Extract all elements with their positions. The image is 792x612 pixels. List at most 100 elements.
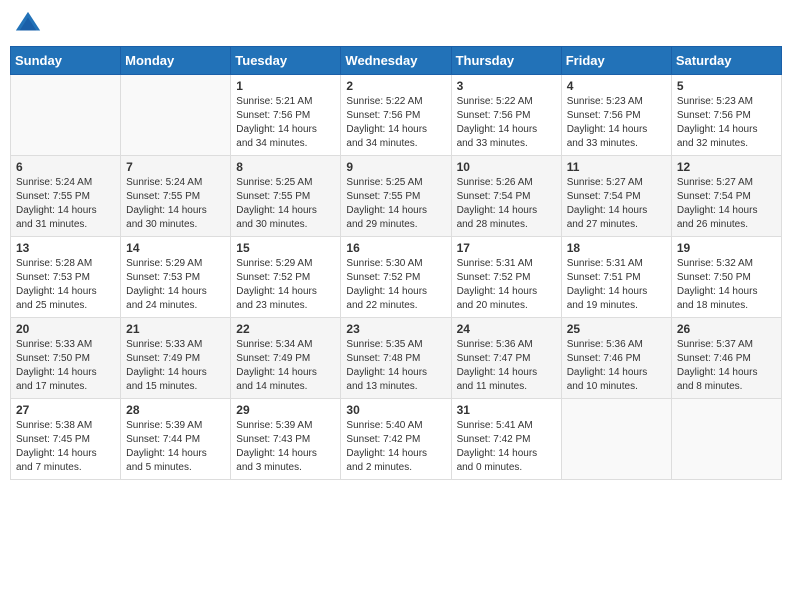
day-number: 1 bbox=[236, 79, 335, 93]
day-number: 29 bbox=[236, 403, 335, 417]
day-number: 12 bbox=[677, 160, 776, 174]
day-info: Sunrise: 5:28 AM Sunset: 7:53 PM Dayligh… bbox=[16, 257, 115, 313]
calendar-cell: 3 Sunrise: 5:22 AM Sunset: 7:56 PM Daylig… bbox=[451, 75, 561, 156]
weekday-header-thursday: Thursday bbox=[451, 47, 561, 75]
day-info: Sunrise: 5:39 AM Sunset: 7:44 PM Dayligh… bbox=[126, 419, 225, 475]
day-info: Sunrise: 5:24 AM Sunset: 7:55 PM Dayligh… bbox=[126, 176, 225, 232]
day-number: 18 bbox=[567, 241, 666, 255]
day-number: 28 bbox=[126, 403, 225, 417]
calendar-cell: 21 Sunrise: 5:33 AM Sunset: 7:49 PM Dayli… bbox=[121, 318, 231, 399]
day-info: Sunrise: 5:36 AM Sunset: 7:47 PM Dayligh… bbox=[457, 338, 556, 394]
day-info: Sunrise: 5:29 AM Sunset: 7:53 PM Dayligh… bbox=[126, 257, 225, 313]
page-header bbox=[10, 10, 782, 38]
day-info: Sunrise: 5:21 AM Sunset: 7:56 PM Dayligh… bbox=[236, 95, 335, 151]
calendar-cell: 7 Sunrise: 5:24 AM Sunset: 7:55 PM Daylig… bbox=[121, 156, 231, 237]
day-info: Sunrise: 5:22 AM Sunset: 7:56 PM Dayligh… bbox=[346, 95, 445, 151]
day-info: Sunrise: 5:36 AM Sunset: 7:46 PM Dayligh… bbox=[567, 338, 666, 394]
day-info: Sunrise: 5:35 AM Sunset: 7:48 PM Dayligh… bbox=[346, 338, 445, 394]
weekday-header-saturday: Saturday bbox=[671, 47, 781, 75]
day-info: Sunrise: 5:22 AM Sunset: 7:56 PM Dayligh… bbox=[457, 95, 556, 151]
day-number: 10 bbox=[457, 160, 556, 174]
calendar-cell: 14 Sunrise: 5:29 AM Sunset: 7:53 PM Dayli… bbox=[121, 237, 231, 318]
day-info: Sunrise: 5:34 AM Sunset: 7:49 PM Dayligh… bbox=[236, 338, 335, 394]
day-number: 26 bbox=[677, 322, 776, 336]
weekday-header-friday: Friday bbox=[561, 47, 671, 75]
weekday-header-tuesday: Tuesday bbox=[231, 47, 341, 75]
day-info: Sunrise: 5:31 AM Sunset: 7:51 PM Dayligh… bbox=[567, 257, 666, 313]
calendar-header: SundayMondayTuesdayWednesdayThursdayFrid… bbox=[11, 47, 782, 75]
day-number: 23 bbox=[346, 322, 445, 336]
weekday-header-monday: Monday bbox=[121, 47, 231, 75]
calendar-cell: 10 Sunrise: 5:26 AM Sunset: 7:54 PM Dayli… bbox=[451, 156, 561, 237]
day-info: Sunrise: 5:38 AM Sunset: 7:45 PM Dayligh… bbox=[16, 419, 115, 475]
logo bbox=[14, 10, 46, 38]
calendar-cell: 19 Sunrise: 5:32 AM Sunset: 7:50 PM Dayli… bbox=[671, 237, 781, 318]
calendar-cell: 8 Sunrise: 5:25 AM Sunset: 7:55 PM Daylig… bbox=[231, 156, 341, 237]
day-number: 6 bbox=[16, 160, 115, 174]
day-number: 16 bbox=[346, 241, 445, 255]
weekday-header-row: SundayMondayTuesdayWednesdayThursdayFrid… bbox=[11, 47, 782, 75]
day-number: 31 bbox=[457, 403, 556, 417]
calendar-cell: 13Sunrise: 5:28 AM Sunset: 7:53 PM Dayli… bbox=[11, 237, 121, 318]
calendar-cell: 16 Sunrise: 5:30 AM Sunset: 7:52 PM Dayli… bbox=[341, 237, 451, 318]
calendar-cell: 6 Sunrise: 5:24 AM Sunset: 7:55 PM Daylig… bbox=[11, 156, 121, 237]
day-info: Sunrise: 5:31 AM Sunset: 7:52 PM Dayligh… bbox=[457, 257, 556, 313]
calendar-body: 1 Sunrise: 5:21 AM Sunset: 7:56 PM Daylig… bbox=[11, 75, 782, 480]
day-info: Sunrise: 5:26 AM Sunset: 7:54 PM Dayligh… bbox=[457, 176, 556, 232]
day-info: Sunrise: 5:33 AM Sunset: 7:50 PM Dayligh… bbox=[16, 338, 115, 394]
calendar-cell: 5Sunrise: 5:23 AM Sunset: 7:56 PM Daylig… bbox=[671, 75, 781, 156]
calendar-week-4: 20Sunrise: 5:33 AM Sunset: 7:50 PM Dayli… bbox=[11, 318, 782, 399]
day-info: Sunrise: 5:32 AM Sunset: 7:50 PM Dayligh… bbox=[677, 257, 776, 313]
calendar-cell: 30 Sunrise: 5:40 AM Sunset: 7:42 PM Dayli… bbox=[341, 399, 451, 480]
day-number: 15 bbox=[236, 241, 335, 255]
calendar-cell: 20Sunrise: 5:33 AM Sunset: 7:50 PM Dayli… bbox=[11, 318, 121, 399]
day-number: 11 bbox=[567, 160, 666, 174]
day-info: Sunrise: 5:23 AM Sunset: 7:56 PM Dayligh… bbox=[567, 95, 666, 151]
calendar-cell: 28 Sunrise: 5:39 AM Sunset: 7:44 PM Dayli… bbox=[121, 399, 231, 480]
day-number: 4 bbox=[567, 79, 666, 93]
calendar-cell: 23 Sunrise: 5:35 AM Sunset: 7:48 PM Dayli… bbox=[341, 318, 451, 399]
calendar-cell: 29Sunrise: 5:39 AM Sunset: 7:43 PM Dayli… bbox=[231, 399, 341, 480]
calendar-cell bbox=[11, 75, 121, 156]
day-info: Sunrise: 5:24 AM Sunset: 7:55 PM Dayligh… bbox=[16, 176, 115, 232]
day-info: Sunrise: 5:41 AM Sunset: 7:42 PM Dayligh… bbox=[457, 419, 556, 475]
day-number: 17 bbox=[457, 241, 556, 255]
day-info: Sunrise: 5:30 AM Sunset: 7:52 PM Dayligh… bbox=[346, 257, 445, 313]
calendar-table: SundayMondayTuesdayWednesdayThursdayFrid… bbox=[10, 46, 782, 480]
calendar-cell: 15Sunrise: 5:29 AM Sunset: 7:52 PM Dayli… bbox=[231, 237, 341, 318]
calendar-week-1: 1 Sunrise: 5:21 AM Sunset: 7:56 PM Daylig… bbox=[11, 75, 782, 156]
weekday-header-wednesday: Wednesday bbox=[341, 47, 451, 75]
day-number: 9 bbox=[346, 160, 445, 174]
calendar-cell: 26 Sunrise: 5:37 AM Sunset: 7:46 PM Dayli… bbox=[671, 318, 781, 399]
calendar-cell: 4 Sunrise: 5:23 AM Sunset: 7:56 PM Daylig… bbox=[561, 75, 671, 156]
day-number: 22 bbox=[236, 322, 335, 336]
calendar-cell: 11 Sunrise: 5:27 AM Sunset: 7:54 PM Dayli… bbox=[561, 156, 671, 237]
day-number: 27 bbox=[16, 403, 115, 417]
day-number: 21 bbox=[126, 322, 225, 336]
day-info: Sunrise: 5:33 AM Sunset: 7:49 PM Dayligh… bbox=[126, 338, 225, 394]
day-number: 2 bbox=[346, 79, 445, 93]
day-number: 19 bbox=[677, 241, 776, 255]
day-number: 3 bbox=[457, 79, 556, 93]
day-number: 30 bbox=[346, 403, 445, 417]
day-number: 8 bbox=[236, 160, 335, 174]
day-info: Sunrise: 5:25 AM Sunset: 7:55 PM Dayligh… bbox=[236, 176, 335, 232]
day-info: Sunrise: 5:37 AM Sunset: 7:46 PM Dayligh… bbox=[677, 338, 776, 394]
day-number: 14 bbox=[126, 241, 225, 255]
calendar-cell bbox=[671, 399, 781, 480]
calendar-cell: 2 Sunrise: 5:22 AM Sunset: 7:56 PM Daylig… bbox=[341, 75, 451, 156]
calendar-week-3: 13Sunrise: 5:28 AM Sunset: 7:53 PM Dayli… bbox=[11, 237, 782, 318]
calendar-cell bbox=[561, 399, 671, 480]
calendar-cell: 27 Sunrise: 5:38 AM Sunset: 7:45 PM Dayli… bbox=[11, 399, 121, 480]
day-number: 7 bbox=[126, 160, 225, 174]
calendar-cell: 22 Sunrise: 5:34 AM Sunset: 7:49 PM Dayli… bbox=[231, 318, 341, 399]
calendar-cell bbox=[121, 75, 231, 156]
calendar-cell: 12Sunrise: 5:27 AM Sunset: 7:54 PM Dayli… bbox=[671, 156, 781, 237]
day-info: Sunrise: 5:40 AM Sunset: 7:42 PM Dayligh… bbox=[346, 419, 445, 475]
calendar-cell: 1 Sunrise: 5:21 AM Sunset: 7:56 PM Daylig… bbox=[231, 75, 341, 156]
calendar-cell: 25 Sunrise: 5:36 AM Sunset: 7:46 PM Dayli… bbox=[561, 318, 671, 399]
day-info: Sunrise: 5:27 AM Sunset: 7:54 PM Dayligh… bbox=[567, 176, 666, 232]
day-info: Sunrise: 5:23 AM Sunset: 7:56 PM Dayligh… bbox=[677, 95, 776, 151]
day-number: 25 bbox=[567, 322, 666, 336]
calendar-cell: 17 Sunrise: 5:31 AM Sunset: 7:52 PM Dayli… bbox=[451, 237, 561, 318]
